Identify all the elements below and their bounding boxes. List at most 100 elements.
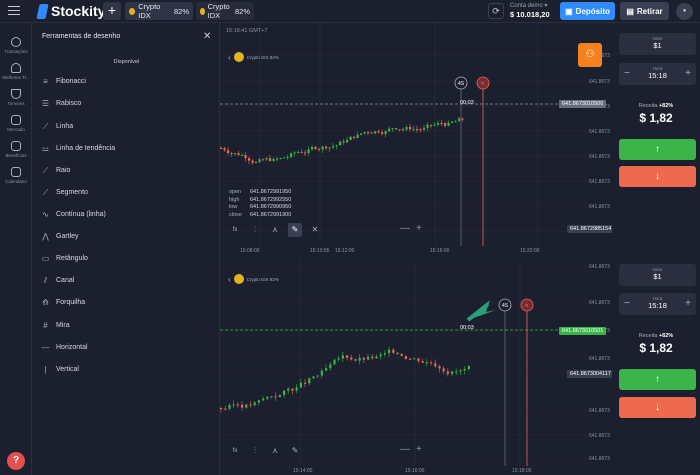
current-price-tag: 641.8673010501 <box>559 327 607 335</box>
candle <box>447 122 450 126</box>
tool-trend-line[interactable]: ⚍ Linha de tendência <box>41 144 115 153</box>
candle <box>434 363 437 367</box>
asset-tab[interactable]: Crypto IDX 82% <box>196 2 254 20</box>
candle <box>392 349 395 353</box>
time-stepper[interactable]: − Hora 15:18 + <box>619 293 696 315</box>
nav-item-top-traders[interactable]: Melhores Tr... <box>0 63 32 80</box>
candle <box>377 131 380 133</box>
candle <box>412 129 415 131</box>
candle <box>444 123 447 126</box>
add-user-button[interactable]: ⚇ <box>578 43 602 67</box>
chevron-left-icon[interactable]: ‹ <box>228 275 231 284</box>
avatar[interactable]: ● <box>676 3 693 20</box>
candle <box>396 352 399 354</box>
logo-icon <box>36 3 49 19</box>
chart-asset-label: ‹ Crypto IDX 82% <box>228 52 279 62</box>
candle <box>269 158 272 161</box>
candle-type-icon[interactable]: ⫶ <box>248 223 262 237</box>
x-tick-label: 15:18:00 <box>512 468 532 474</box>
tool-vertical[interactable]: | Vertical <box>41 365 79 374</box>
timeframe-icon[interactable]: ⋏ <box>268 223 282 237</box>
close-icon[interactable]: ✕ <box>203 31 211 42</box>
nav-item-tournaments[interactable]: Torneios <box>0 89 32 106</box>
draw-pencil-icon[interactable]: ✎ <box>288 223 302 237</box>
chevron-left-icon[interactable]: ‹ <box>228 53 231 62</box>
candle <box>283 390 286 395</box>
price-chart-bottom[interactable]: 641.8673 641.8673 641.8673 641.8673 641.8673… <box>220 260 612 475</box>
candle <box>416 129 419 131</box>
candle <box>454 121 457 123</box>
candle <box>333 359 336 365</box>
plus-icon[interactable]: + <box>685 298 691 309</box>
plus-icon[interactable]: + <box>685 68 691 79</box>
candle <box>312 376 315 379</box>
timeframe-icon[interactable]: ⋏ <box>268 444 282 458</box>
deposit-button[interactable]: ▣ Depósito <box>560 2 615 20</box>
tool-pitchfork[interactable]: ⟰ Forquilha <box>41 298 85 307</box>
minus-icon[interactable]: − <box>624 68 630 79</box>
tool-horizontal[interactable]: — Horizontal <box>41 343 88 352</box>
current-price-tag: 641.8673010506 <box>559 100 607 108</box>
amount-field[interactable]: Valor $1 <box>619 264 696 286</box>
zoom-out-icon[interactable]: — <box>400 223 410 234</box>
candle <box>367 132 370 134</box>
zoom-in-icon[interactable]: + <box>416 444 422 455</box>
nav-item-transactions[interactable]: Transações <box>0 37 32 54</box>
refresh-icon[interactable]: ⟳ <box>488 3 504 19</box>
tool-fibonacci[interactable]: ≡ Fibonacci <box>41 77 86 86</box>
tool-line[interactable]: ⟋ Linha <box>41 122 73 131</box>
tool-rectangle[interactable]: ▭ Retângulo <box>41 254 88 263</box>
tool-gartley[interactable]: ⋀ Gartley <box>41 232 78 241</box>
candle <box>224 408 227 410</box>
menu-icon[interactable] <box>8 6 20 15</box>
sell-down-button[interactable]: ↓ <box>619 397 696 418</box>
y-tick-label: 641.8673 <box>589 300 610 306</box>
withdraw-button[interactable]: ▤ Retirar <box>620 2 669 20</box>
indicator-icon[interactable]: fx <box>228 223 242 237</box>
candle <box>232 404 235 406</box>
indicator-icon[interactable]: fx <box>228 444 242 458</box>
tool-rabisco[interactable]: ☰ Rabisco <box>41 99 81 108</box>
tool-ray[interactable]: ⟋ Raio <box>41 166 71 175</box>
x-tick-label: 15:12:00 <box>335 248 355 254</box>
nav-item-market[interactable]: Mercado <box>0 115 32 132</box>
candle <box>270 396 273 398</box>
logo: Stockity <box>36 3 105 19</box>
draw-pencil-icon[interactable]: ✎ <box>288 444 302 458</box>
trend-line-icon: ⚍ <box>41 144 50 153</box>
candle <box>278 394 281 397</box>
sell-down-button[interactable]: ↓ <box>619 166 696 187</box>
candle <box>286 157 289 159</box>
ohlc-high: 641.8672992550 <box>250 196 292 203</box>
tool-segment[interactable]: ⟋ Segmento <box>41 188 88 197</box>
asset-tab-active[interactable]: Crypto IDX 82% <box>125 2 193 20</box>
withdraw-icon: ▤ <box>626 6 634 16</box>
minus-icon[interactable]: − <box>624 298 630 309</box>
candle <box>223 148 226 151</box>
chart-canvas[interactable]: 641.8673 641.8673 641.8673 641.8673 641.8673… <box>220 260 612 475</box>
tool-polyline[interactable]: ∿ Contínua (linha) <box>41 210 106 219</box>
ohlc-open: 641.8672991950 <box>250 189 292 195</box>
buy-up-button[interactable]: ↑ <box>619 369 696 390</box>
time-stepper[interactable]: − Hora 15:18 + <box>619 63 696 85</box>
zoom-out-icon[interactable]: — <box>400 444 410 455</box>
close-icon[interactable]: ✕ <box>308 223 322 237</box>
account-selector[interactable]: Conta demo ▾ $ 10.018,20 <box>510 2 550 19</box>
price-chart-top[interactable]: 641.8673 641.8673 641.8673 641.8673 641.8673… <box>220 23 612 259</box>
zoom-in-icon[interactable]: + <box>416 223 422 234</box>
candle <box>353 136 356 138</box>
candle-type-icon[interactable]: ⫶ <box>248 444 262 458</box>
amount-field[interactable]: Valor $1 <box>619 33 696 55</box>
candle <box>425 362 428 364</box>
tool-channel[interactable]: ⫽ Canal <box>41 276 75 285</box>
help-icon[interactable]: ? <box>7 452 25 470</box>
nav-item-benefits[interactable]: Benefícios <box>0 141 32 158</box>
add-tab-button[interactable]: + <box>103 2 121 20</box>
crypto-coin-icon <box>233 274 244 284</box>
buy-up-button[interactable]: ↑ <box>619 139 696 160</box>
tool-crosshair[interactable]: # Mira <box>41 321 69 330</box>
candle <box>395 128 398 130</box>
expiry-timer: 00:03 <box>460 325 474 331</box>
horizontal-line-icon: — <box>41 343 50 352</box>
nav-item-calendar[interactable]: Calendário <box>0 167 32 184</box>
